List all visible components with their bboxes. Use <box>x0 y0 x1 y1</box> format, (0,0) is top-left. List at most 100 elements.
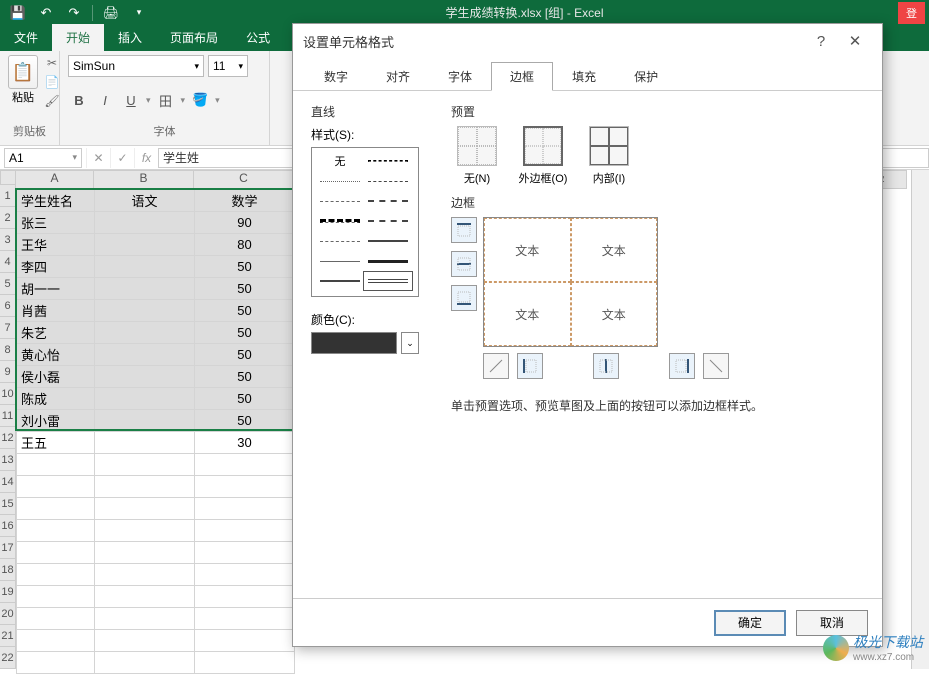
border-button[interactable]: 田 <box>155 89 177 111</box>
ok-button[interactable]: 确定 <box>714 610 786 636</box>
style-thin[interactable] <box>316 252 364 270</box>
border-vmid-button[interactable] <box>593 353 619 379</box>
cancel-formula-icon[interactable]: ✕ <box>86 148 110 168</box>
preset-outline[interactable]: 外边框(O) <box>517 126 569 186</box>
grid-cell[interactable] <box>95 410 195 432</box>
confirm-formula-icon[interactable]: ✓ <box>110 148 134 168</box>
grid-cell[interactable]: 黄心怡 <box>17 344 95 366</box>
style-thick[interactable] <box>364 252 412 270</box>
close-icon[interactable]: ✕ <box>838 32 872 50</box>
grid-cell[interactable]: 50 <box>195 388 295 410</box>
border-diag-down-button[interactable] <box>703 353 729 379</box>
border-left-button[interactable] <box>517 353 543 379</box>
name-box[interactable]: A1▾ <box>4 148 82 168</box>
grid-cell[interactable] <box>17 608 95 630</box>
grid-cell[interactable]: 肖茜 <box>17 300 95 322</box>
grid-cell[interactable] <box>195 652 295 674</box>
grid-cell[interactable] <box>95 278 195 300</box>
grid-cell[interactable] <box>17 520 95 542</box>
grid-cell[interactable] <box>17 564 95 586</box>
line-style-list[interactable]: 无 <box>311 147 419 297</box>
select-all-corner[interactable] <box>0 170 16 185</box>
header-cell[interactable]: 语文 <box>95 190 195 212</box>
style-double[interactable] <box>364 272 412 290</box>
tab-number[interactable]: 数字 <box>305 62 367 91</box>
preset-none[interactable]: 无(N) <box>451 126 503 186</box>
tab-layout[interactable]: 页面布局 <box>156 24 232 51</box>
style-dash-thin[interactable] <box>364 152 412 170</box>
grid-cell[interactable] <box>195 586 295 608</box>
cut-icon[interactable]: ✂ <box>42 55 62 71</box>
grid-cell[interactable]: 李四 <box>17 256 95 278</box>
grid-cell[interactable] <box>95 564 195 586</box>
font-name-select[interactable]: SimSun▾ <box>68 55 204 77</box>
style-medium[interactable] <box>364 232 412 250</box>
grid-cell[interactable]: 陈成 <box>17 388 95 410</box>
grid-cell[interactable] <box>195 520 295 542</box>
style-thin-long[interactable] <box>316 232 364 250</box>
grid-cell[interactable] <box>195 564 295 586</box>
grid-cell[interactable]: 王华 <box>17 234 95 256</box>
font-size-select[interactable]: 11▾ <box>208 55 248 77</box>
style-dash[interactable] <box>316 192 364 210</box>
grid-cell[interactable]: 50 <box>195 256 295 278</box>
copy-icon[interactable]: 📄 <box>42 74 62 90</box>
grid-cell[interactable] <box>95 542 195 564</box>
italic-button[interactable]: I <box>94 89 116 111</box>
qat-dropdown-icon[interactable]: ▾ <box>127 3 151 23</box>
grid-cell[interactable] <box>17 498 95 520</box>
fill-color-button[interactable]: 🪣 <box>189 89 211 111</box>
border-top-button[interactable] <box>451 217 477 243</box>
save-icon[interactable]: 💾 <box>6 3 30 23</box>
grid-cell[interactable] <box>195 498 295 520</box>
grid-cell[interactable]: 50 <box>195 300 295 322</box>
bold-button[interactable]: B <box>68 89 90 111</box>
grid-cell[interactable] <box>17 652 95 674</box>
grid-cell[interactable] <box>95 498 195 520</box>
grid-cell[interactable] <box>95 608 195 630</box>
format-painter-icon[interactable]: 🖌 <box>42 93 62 109</box>
col-header-C[interactable]: C <box>194 170 294 189</box>
border-hmid-button[interactable] <box>451 251 477 277</box>
col-header-B[interactable]: B <box>94 170 194 189</box>
grid-cell[interactable] <box>95 212 195 234</box>
help-icon[interactable]: ? <box>804 33 838 50</box>
grid-cell[interactable]: 50 <box>195 344 295 366</box>
row-headers[interactable]: 12345678910111213141516171819202122 <box>0 185 16 669</box>
quickaccess-icon[interactable]: 🖨 <box>99 3 123 23</box>
grid-cell[interactable]: 朱艺 <box>17 322 95 344</box>
grid-cell[interactable]: 侯小磊 <box>17 366 95 388</box>
grid-cell[interactable] <box>17 586 95 608</box>
grid-cell[interactable] <box>17 454 95 476</box>
grid-cell[interactable] <box>95 454 195 476</box>
grid-cell[interactable]: 王五 <box>17 432 95 454</box>
grid-cell[interactable]: 50 <box>195 278 295 300</box>
tab-file[interactable]: 文件 <box>0 24 52 51</box>
grid-cell[interactable]: 刘小雷 <box>17 410 95 432</box>
border-diag-up-button[interactable] <box>483 353 509 379</box>
vertical-scrollbar[interactable] <box>911 170 929 669</box>
grid-cell[interactable] <box>95 256 195 278</box>
col-header-A[interactable]: A <box>16 170 94 189</box>
tab-protect[interactable]: 保护 <box>615 62 677 91</box>
tab-font[interactable]: 字体 <box>429 62 491 91</box>
tab-insert[interactable]: 插入 <box>104 24 156 51</box>
style-med-dash[interactable] <box>364 212 412 230</box>
style-sparse[interactable] <box>316 212 364 230</box>
grid-cell[interactable]: 胡一一 <box>17 278 95 300</box>
paste-button[interactable]: 📋 粘贴 <box>8 55 38 109</box>
redo-icon[interactable]: ↷ <box>62 3 86 23</box>
style-med2[interactable] <box>316 272 364 290</box>
grid-cell[interactable] <box>95 652 195 674</box>
grid-cell[interactable] <box>95 630 195 652</box>
style-dots[interactable] <box>316 172 364 190</box>
tab-border[interactable]: 边框 <box>491 62 553 91</box>
grid-cell[interactable] <box>195 476 295 498</box>
color-dropdown[interactable]: ⌄ <box>401 332 419 354</box>
tab-formula[interactable]: 公式 <box>232 24 284 51</box>
grid-cell[interactable]: 张三 <box>17 212 95 234</box>
grid-cell[interactable] <box>95 476 195 498</box>
grid-cell[interactable]: 90 <box>195 212 295 234</box>
grid-cell[interactable] <box>195 630 295 652</box>
tab-home[interactable]: 开始 <box>52 24 104 51</box>
